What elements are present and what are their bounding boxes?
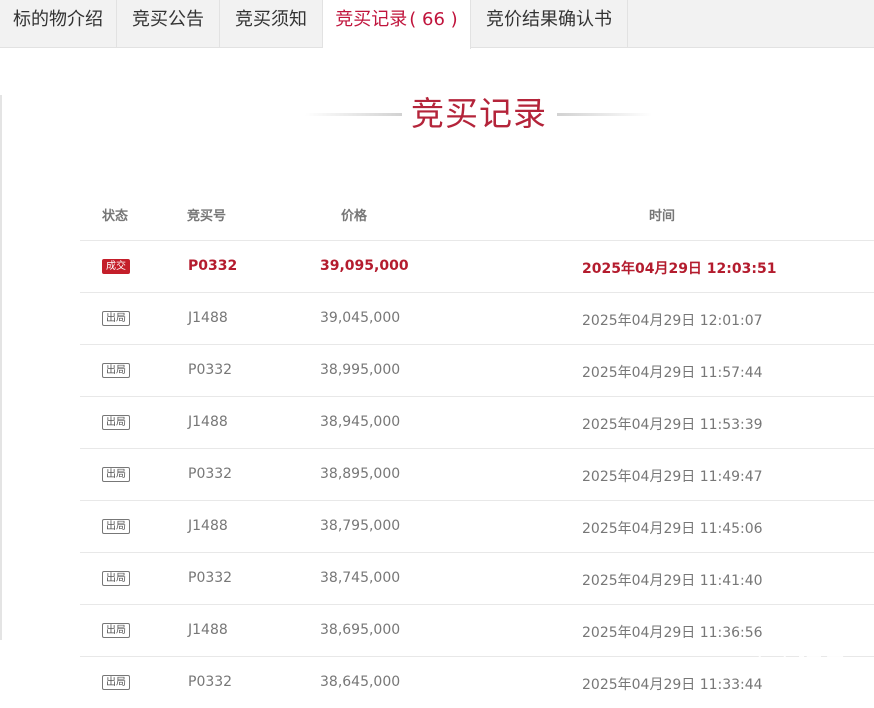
bid-code: J1488 xyxy=(188,622,228,638)
bid-time: 2025年04月29日 11:36:56 xyxy=(582,625,763,641)
header-status: 状态 xyxy=(102,209,129,224)
bid-time: 2025年04月29日 12:01:07 xyxy=(582,313,763,329)
table-row: 成交 P0332 39,095,000 2025年04月29日 12:03:51 xyxy=(80,240,874,292)
status-badge: 出局 xyxy=(102,415,130,430)
bid-code: J1488 xyxy=(188,414,228,430)
table-row: 出局 P0332 38,895,000 2025年04月29日 11:49:47 xyxy=(80,448,874,500)
bid-time: 2025年04月29日 11:41:40 xyxy=(582,573,763,589)
tab-bar: 标的物介绍 竞买公告 竞买须知 竞买记录( 66 ) 竞价结果确认书 xyxy=(0,0,874,49)
section-header: 竞买记录 xyxy=(0,88,874,140)
bid-code: J1488 xyxy=(188,518,228,534)
status-badge: 出局 xyxy=(102,363,130,378)
bid-records-table: 成交 P0332 39,095,000 2025年04月29日 12:03:51… xyxy=(80,240,874,708)
table-row: 出局 J1488 38,795,000 2025年04月29日 11:45:06 xyxy=(80,500,874,552)
tab-bid-records[interactable]: 竞买记录( 66 ) xyxy=(323,0,471,49)
status-badge: 出局 xyxy=(102,311,130,326)
status-badge: 成交 xyxy=(102,259,130,274)
bid-code: P0332 xyxy=(188,258,238,274)
header-code: 竞买号 xyxy=(187,209,227,224)
status-badge: 出局 xyxy=(102,623,130,638)
table-row: 出局 P0332 38,995,000 2025年04月29日 11:57:44 xyxy=(80,344,874,396)
bid-price: 38,895,000 xyxy=(320,466,401,482)
status-badge: 出局 xyxy=(102,571,130,586)
table-header: 状态 竞买号 价格 时间 xyxy=(80,190,874,240)
bid-time: 2025年04月29日 11:49:47 xyxy=(582,469,763,485)
bid-price: 38,795,000 xyxy=(320,518,401,534)
tab-label: 竞买记录 xyxy=(335,9,408,30)
tab-count: ( 66 ) xyxy=(409,9,458,30)
tab-result-confirmation[interactable]: 竞价结果确认书 xyxy=(471,0,628,47)
tab-label: 竞价结果确认书 xyxy=(486,9,612,30)
bid-time: 2025年04月29日 11:53:39 xyxy=(582,417,763,433)
bid-code: J1488 xyxy=(188,310,228,326)
bid-price: 38,995,000 xyxy=(320,362,401,378)
watermark-text: 天天话事 xyxy=(748,646,848,674)
tab-label: 标的物介绍 xyxy=(13,9,103,30)
bid-price: 38,945,000 xyxy=(320,414,401,430)
tab-announcement[interactable]: 竞买公告 xyxy=(117,0,220,47)
bid-price: 38,745,000 xyxy=(320,570,401,586)
title-divider-right xyxy=(557,113,652,116)
bid-time: 2025年04月29日 11:45:06 xyxy=(582,521,763,537)
header-price: 价格 xyxy=(341,209,368,224)
bid-code: P0332 xyxy=(188,362,233,378)
bid-price: 38,695,000 xyxy=(320,622,401,638)
table-row: 出局 J1488 39,045,000 2025年04月29日 12:01:07 xyxy=(80,292,874,344)
bid-time: 2025年04月29日 12:03:51 xyxy=(582,261,777,277)
tab-item-intro[interactable]: 标的物介绍 xyxy=(0,0,117,47)
tab-label: 竞买须知 xyxy=(235,9,307,30)
bid-time: 2025年04月29日 11:57:44 xyxy=(582,365,763,381)
bid-price: 39,045,000 xyxy=(320,310,401,326)
section-title: 竞买记录 xyxy=(411,94,547,133)
bid-code: P0332 xyxy=(188,570,233,586)
left-panel-edge xyxy=(0,95,2,640)
tab-label: 竞买公告 xyxy=(132,9,204,30)
header-time: 时间 xyxy=(649,209,676,224)
tab-notice[interactable]: 竞买须知 xyxy=(220,0,323,47)
bid-time: 2025年04月29日 11:33:44 xyxy=(582,677,763,693)
bid-code: P0332 xyxy=(188,466,233,482)
bid-price: 39,095,000 xyxy=(320,258,409,274)
status-badge: 出局 xyxy=(102,467,130,482)
title-divider-left xyxy=(305,113,402,116)
status-badge: 出局 xyxy=(102,519,130,534)
table-row: 出局 P0332 38,745,000 2025年04月29日 11:41:40 xyxy=(80,552,874,604)
table-row: 出局 J1488 38,945,000 2025年04月29日 11:53:39 xyxy=(80,396,874,448)
